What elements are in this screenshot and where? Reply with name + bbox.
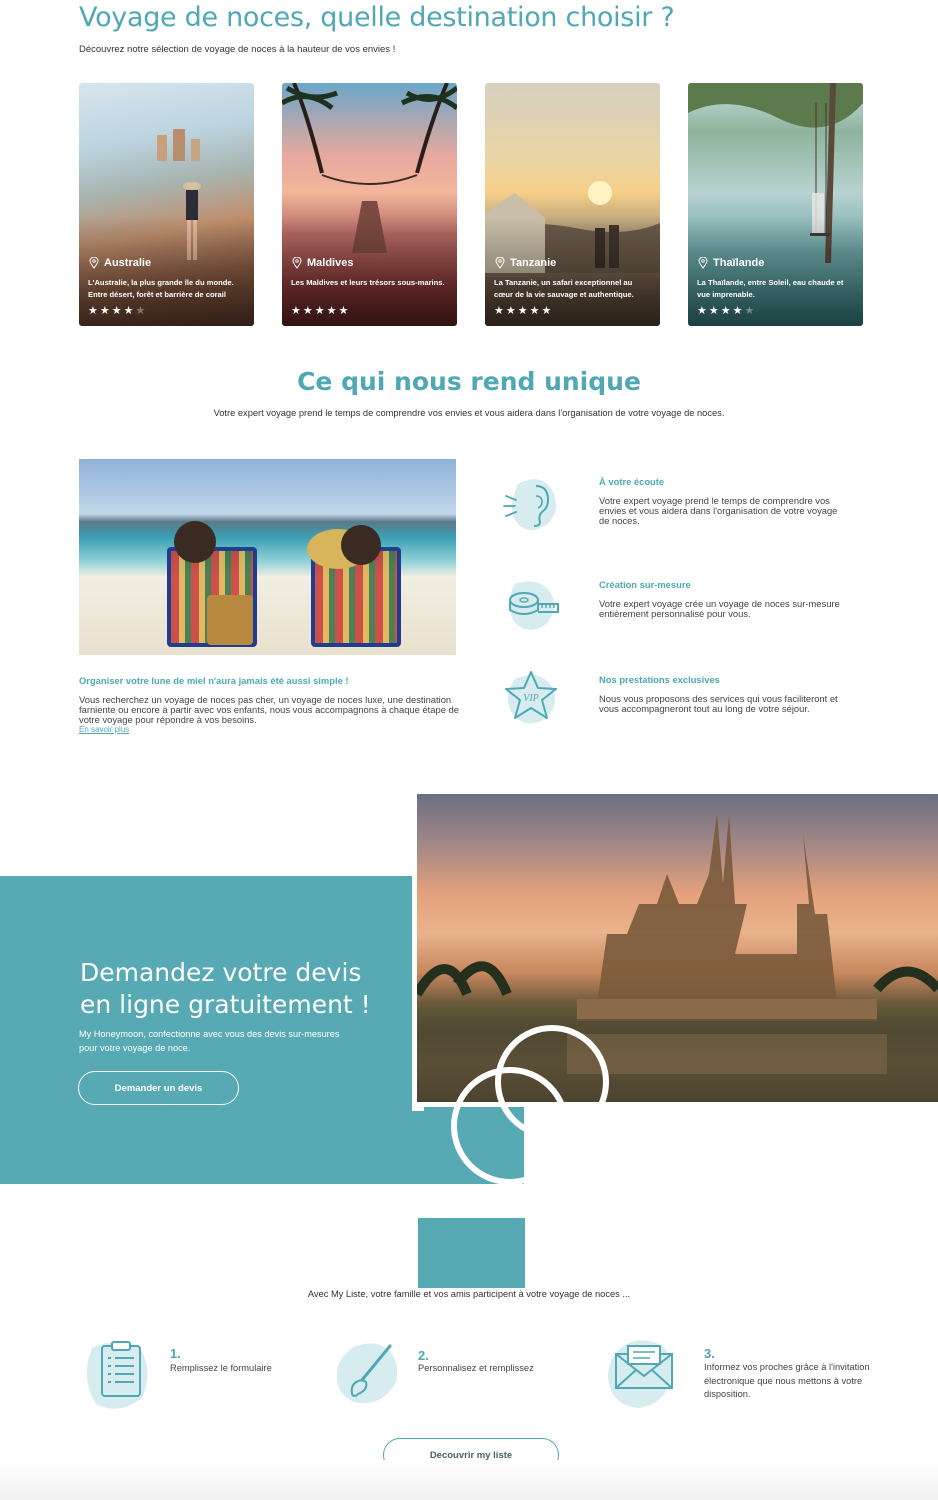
star-icon: ★ (744, 305, 757, 317)
star-icon: ★ (338, 305, 351, 317)
unique-title: Ce qui nous rend unique (297, 367, 641, 396)
location-pin-icon (292, 257, 302, 269)
card-description: La Tanzanie, un safari exceptionnel au c… (494, 278, 634, 299)
star-icon: ★ (326, 305, 339, 317)
star-icon: ★ (123, 305, 136, 317)
feature-title: Création sur-mesure (599, 579, 691, 590)
step-text: Personnalisez et remplissez (418, 1363, 534, 1373)
clipboard-icon (86, 1341, 148, 1409)
devis-title-line: en ligne gratuitement ! (80, 990, 371, 1019)
feature-title: Nos prestations exclusives (599, 674, 720, 685)
page-bottom-fade (0, 1460, 938, 1500)
feature-title: À votre écoute (599, 476, 665, 487)
star-icon: ★ (314, 305, 327, 317)
ear-icon (503, 479, 557, 530)
request-quote-button[interactable]: Demander un devis (78, 1071, 239, 1105)
beach-couple-photo (79, 459, 456, 655)
rock-formations-image (157, 129, 200, 161)
svg-text:VIP: VIP (523, 693, 539, 704)
person-head (174, 521, 216, 563)
envelope-icon (608, 1340, 673, 1408)
card-description: L'Australie, la plus grande île du monde… (88, 278, 234, 299)
step-text: Remplissez le formulaire (170, 1363, 272, 1373)
card-title: Maldives (292, 257, 353, 269)
card-name: Maldives (307, 257, 354, 269)
card-title: Thaïlande (698, 257, 764, 269)
star-rating: ★★★★★ (697, 304, 756, 317)
card-name: Tanzanie (510, 257, 557, 269)
star-icon: ★ (732, 305, 745, 317)
intro-heading: Organiser votre lune de miel n'aura jama… (79, 675, 349, 686)
card-name: Australie (104, 257, 152, 269)
star-icon: ★ (111, 305, 124, 317)
star-icon: ★ (494, 305, 506, 317)
intro-text: Vous recherchez un voyage de noces pas c… (79, 694, 459, 725)
star-icon: ★ (541, 305, 554, 317)
location-pin-icon (89, 257, 99, 269)
location-pin-icon (698, 257, 708, 269)
destination-card-maldives[interactable]: Maldives Les Maldives et leurs trésors s… (282, 83, 457, 326)
devis-title-line: Demandez votre devis (80, 958, 362, 987)
card-title: Australie (89, 257, 151, 269)
straw-bag-image (207, 595, 253, 645)
star-icon: ★ (708, 305, 721, 317)
step-text: Informez vos proches grâce à l'invitatio… (704, 1362, 870, 1399)
step-number: 3. (704, 1346, 715, 1361)
card-description: La Thaïlande, entre Soleil, eau chaude e… (697, 278, 844, 299)
card-description: Les Maldives et leurs trésors sous-marin… (291, 278, 445, 287)
star-icon: ★ (291, 305, 303, 317)
brush-icon (336, 1343, 398, 1404)
star-icon: ★ (88, 305, 100, 317)
vip-star-icon: VIP (505, 671, 557, 724)
wedding-rings-graphic (451, 1025, 609, 1185)
star-icon: ★ (529, 305, 542, 317)
card-name: Thaïlande (713, 257, 765, 269)
star-rating: ★★★★★ (291, 304, 350, 317)
person-head (341, 525, 381, 565)
star-icon: ★ (135, 305, 148, 317)
star-icon: ★ (302, 305, 315, 317)
devis-subtitle: My Honeymoon, confectionne avec vous des… (79, 1029, 340, 1053)
star-icon: ★ (517, 305, 530, 317)
tape-measure-icon (509, 581, 559, 630)
feature-text: Votre expert voyage prend le temps de co… (599, 495, 838, 526)
destination-card-thailande[interactable]: Thaïlande La Thaïlande, entre Soleil, ea… (688, 83, 863, 326)
learn-more-link[interactable]: En savoir plus (79, 725, 129, 734)
step-number: 2. (418, 1348, 429, 1363)
location-pin-icon (495, 257, 505, 269)
devis-title: Demandez votre devis en ligne gratuiteme… (80, 957, 371, 1021)
destination-card-australie[interactable]: Australie L'Australie, la plus grande îl… (79, 83, 254, 326)
star-icon: ★ (505, 305, 518, 317)
feature-text: Votre expert voyage crée un voyage de no… (599, 598, 840, 619)
star-icon: ★ (720, 305, 733, 317)
unique-subtitle: Votre expert voyage prend le temps de co… (213, 408, 725, 418)
destinations-title: Voyage de noces, quelle destination choi… (79, 2, 675, 33)
destinations-subtitle: Découvrez notre sélection de voyage de n… (79, 44, 396, 55)
card-title: Tanzanie (495, 257, 556, 269)
step-number: 1. (170, 1346, 181, 1361)
star-icon: ★ (99, 305, 112, 317)
star-rating: ★★★★★ (88, 304, 147, 317)
liste-subtitle: Avec My Liste, votre famille et vos amis… (307, 1289, 631, 1299)
star-rating: ★★★★★ (494, 304, 553, 317)
destination-card-tanzanie[interactable]: Tanzanie La Tanzanie, un safari exceptio… (485, 83, 660, 326)
liste-teal-block (418, 1218, 525, 1288)
star-icon: ★ (697, 305, 709, 317)
feature-text: Nous vous proposons des services qui vou… (599, 693, 838, 714)
